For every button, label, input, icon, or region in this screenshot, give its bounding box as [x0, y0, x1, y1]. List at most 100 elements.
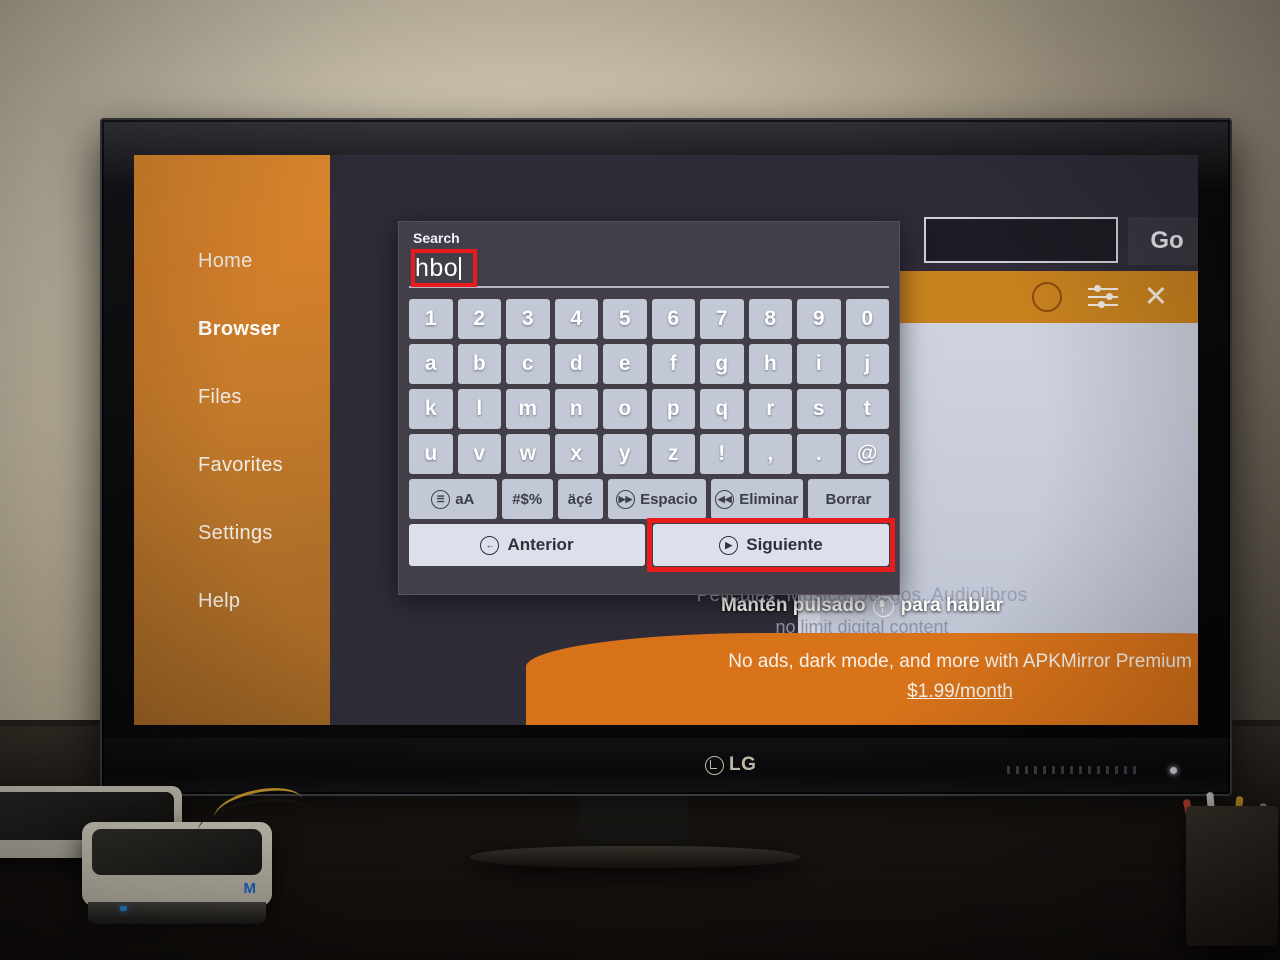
sidebar-label: Favorites [198, 453, 283, 476]
key-d[interactable]: d [554, 344, 598, 384]
key-period[interactable]: . [797, 434, 841, 474]
key-accents-label: äçé [567, 490, 593, 508]
key-delete-label: Eliminar [739, 490, 799, 508]
key-w[interactable]: w [506, 434, 550, 474]
pen-holder [1186, 806, 1278, 946]
key-clear-label: Borrar [825, 490, 872, 508]
keyboard-row-functions: ☰ aA #$% äçé ▶▶ Espacio ◀◀ Eliminar Borr… [409, 479, 889, 519]
key-a[interactable]: a [409, 344, 453, 384]
key-p[interactable]: p [651, 389, 695, 429]
key-z[interactable]: z [651, 434, 695, 474]
go-label: Go [1150, 227, 1184, 254]
key-g[interactable]: g [700, 344, 744, 384]
sliders-icon[interactable] [1087, 285, 1118, 308]
tv-screen: Home Browser Files Favorites Settings He… [134, 155, 1198, 725]
key-e[interactable]: e [603, 344, 647, 384]
voice-hint-suffix: para hablar [900, 595, 1004, 616]
key-8[interactable]: 8 [748, 299, 792, 339]
annotation-highlight-search [411, 249, 477, 287]
set-top-box-front-base [88, 902, 266, 924]
key-u[interactable]: u [409, 434, 453, 474]
anterior-label: Anterior [507, 535, 574, 554]
sidebar-item-help[interactable]: Help [134, 567, 330, 635]
key-case-toggle[interactable]: ☰ aA [409, 479, 497, 519]
sidebar-item-settings[interactable]: Settings [134, 499, 330, 567]
key-j[interactable]: j [845, 344, 889, 384]
key-5[interactable]: 5 [603, 299, 647, 339]
status-led [120, 906, 127, 911]
key-f[interactable]: f [651, 344, 695, 384]
key-6[interactable]: 6 [651, 299, 695, 339]
key-3[interactable]: 3 [506, 299, 550, 339]
key-l[interactable]: l [457, 389, 501, 429]
sidebar-item-browser[interactable]: Browser [134, 295, 330, 363]
sidebar-label: Help [198, 589, 241, 612]
key-n[interactable]: n [554, 389, 598, 429]
sidebar-label: Settings [198, 521, 273, 544]
key-t[interactable]: t [845, 389, 889, 429]
tv-stand-base [470, 846, 800, 868]
premium-banner[interactable]: No ads, dark mode, and more with APKMirr… [526, 633, 1198, 725]
keyboard-rows: 1 2 3 4 5 6 7 8 9 0 a b c d e f g h i j … [409, 299, 895, 572]
key-space[interactable]: ▶▶ Espacio [607, 479, 706, 519]
key-b[interactable]: b [457, 344, 501, 384]
microphone-icon [872, 595, 894, 617]
voice-hint-prefix: Mantén pulsado [720, 595, 866, 616]
key-i[interactable]: i [797, 344, 841, 384]
key-symbols[interactable]: #$% [501, 479, 553, 519]
key-at[interactable]: @ [845, 434, 889, 474]
go-button[interactable]: Go [1128, 217, 1198, 265]
key-clear[interactable]: Borrar [807, 479, 889, 519]
key-m[interactable]: m [506, 389, 550, 429]
key-s[interactable]: s [797, 389, 841, 429]
key-4[interactable]: 4 [554, 299, 598, 339]
tv-stand-neck [578, 790, 688, 852]
key-v[interactable]: v [457, 434, 501, 474]
set-top-box-front: M [82, 822, 272, 924]
key-1[interactable]: 1 [409, 299, 453, 339]
keyboard-row-numbers: 1 2 3 4 5 6 7 8 9 0 [409, 299, 889, 339]
key-case-toggle-label: aA [455, 490, 475, 508]
search-input[interactable]: hbo [409, 249, 889, 288]
anterior-button[interactable]: ← Anterior [409, 524, 645, 566]
photo-scene: LG Home Browser Files Favorites Settings [0, 0, 1280, 960]
key-y[interactable]: y [603, 434, 647, 474]
key-2[interactable]: 2 [457, 299, 501, 339]
onscreen-keyboard: Search hbo 1 2 3 4 5 6 7 8 9 0 a b c d e… [398, 221, 900, 595]
key-q[interactable]: q [700, 389, 744, 429]
key-x[interactable]: x [554, 434, 598, 474]
app-sidebar: Home Browser Files Favorites Settings He… [134, 155, 330, 725]
key-h[interactable]: h [748, 344, 792, 384]
siguiente-button-wrapper: ▶ Siguiente [647, 518, 895, 572]
keyboard-row-nav: ← Anterior ▶ Siguiente [409, 518, 895, 572]
keyboard-title: Search [413, 230, 460, 246]
play-forward-icon: ▶▶ [616, 489, 636, 509]
close-icon[interactable]: ✕ [1144, 282, 1168, 312]
sidebar-item-home[interactable]: Home [134, 227, 330, 295]
key-k[interactable]: k [409, 389, 453, 429]
annotation-highlight-siguiente [647, 518, 895, 572]
premium-banner-line1: No ads, dark mode, and more with APKMirr… [728, 651, 1192, 672]
key-7[interactable]: 7 [700, 299, 744, 339]
set-top-box-front-top [92, 829, 262, 875]
key-r[interactable]: r [748, 389, 792, 429]
premium-banner-price[interactable]: $1.99/month [526, 681, 1198, 703]
menu-circle-icon: ☰ [431, 489, 451, 509]
sidebar-label: Files [198, 385, 242, 408]
keyboard-row-k-t: k l m n o p q r s t [409, 389, 889, 429]
key-delete[interactable]: ◀◀ Eliminar [710, 479, 803, 519]
key-accents[interactable]: äçé [557, 479, 603, 519]
key-o[interactable]: o [603, 389, 647, 429]
key-space-label: Espacio [640, 490, 698, 508]
rewind-icon: ◀◀ [715, 489, 735, 509]
sidebar-item-favorites[interactable]: Favorites [134, 431, 330, 499]
key-9[interactable]: 9 [797, 299, 841, 339]
key-comma[interactable]: , [748, 434, 792, 474]
key-0[interactable]: 0 [845, 299, 889, 339]
key-c[interactable]: c [506, 344, 550, 384]
circle-icon[interactable] [1031, 282, 1062, 312]
sidebar-item-files[interactable]: Files [134, 363, 330, 431]
url-input[interactable] [924, 217, 1118, 263]
back-circle-icon: ← [480, 535, 500, 555]
key-exclamation[interactable]: ! [700, 434, 744, 474]
